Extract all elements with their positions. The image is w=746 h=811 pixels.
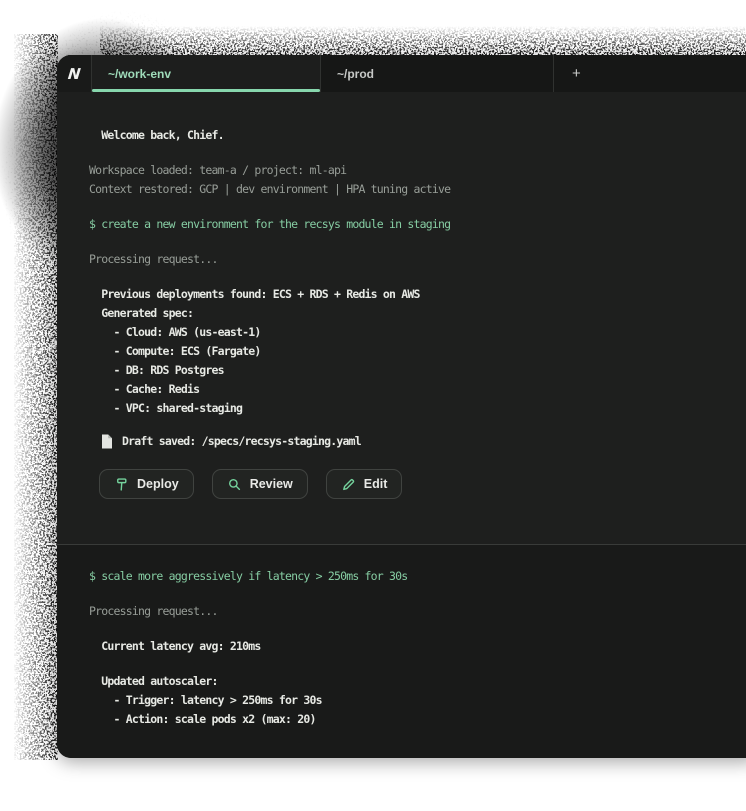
terminal-command-line: $ create a new environment for the recsy… (89, 215, 728, 234)
terminal-command-line: $ scale more aggressively if latency > 2… (89, 567, 728, 586)
tab-bar: N ~/work-env ~/prod + (57, 55, 746, 92)
terminal-line: Current latency avg: 210ms (89, 637, 728, 656)
terminal-line: Previous deployments found: ECS + RDS + … (89, 285, 728, 304)
hammer-icon (114, 477, 129, 492)
terminal-line: Updated autoscaler: (89, 672, 728, 691)
magnifier-icon (227, 477, 242, 492)
terminal-line: - Compute: ECS (Fargate) (89, 342, 728, 361)
review-button-label: Review (250, 477, 293, 491)
action-buttons-row: Deploy Review Edit (99, 469, 728, 499)
app-logo-icon: N (57, 55, 92, 92)
tab-prod-label: ~/prod (337, 67, 374, 81)
terminal-window: N ~/work-env ~/prod + Welcome back, Chie… (57, 55, 746, 758)
terminal-line: Processing request... (89, 602, 728, 621)
tab-work-env-label: ~/work-env (108, 67, 171, 81)
terminal-line: Generated spec: (89, 304, 728, 323)
edit-button-label: Edit (364, 477, 388, 491)
terminal-line: - Cloud: AWS (us-east-1) (89, 323, 728, 342)
terminal-line: - VPC: shared-staging (89, 399, 728, 418)
session-block-1: Welcome back, Chief. Workspace loaded: t… (57, 92, 746, 545)
deploy-button-label: Deploy (137, 477, 179, 491)
draft-saved-label: Draft saved: /specs/recsys-staging.yaml (122, 432, 361, 451)
session-block-2: $ scale more aggressively if latency > 2… (57, 545, 746, 758)
draft-saved-row: Draft saved: /specs/recsys-staging.yaml (101, 432, 728, 451)
terminal-line: Context restored: GCP | dev environment … (89, 180, 728, 199)
plus-icon: + (572, 65, 581, 82)
terminal-line: Workspace loaded: team-a / project: ml-a… (89, 161, 728, 180)
app-logo-glyph: N (67, 65, 81, 83)
pencil-icon (341, 477, 356, 492)
terminal-line: - Trigger: latency > 250ms for 30s (89, 691, 728, 710)
review-button[interactable]: Review (212, 469, 308, 499)
tab-prod[interactable]: ~/prod (321, 55, 554, 92)
terminal-line: - DB: RDS Postgres (89, 361, 728, 380)
terminal-line: Welcome back, Chief. (89, 126, 728, 145)
file-document-icon (101, 434, 113, 449)
edit-button[interactable]: Edit (326, 469, 403, 499)
terminal-line: - Cache: Redis (89, 380, 728, 399)
terminal-line: - Action: scale pods x2 (max: 20) (89, 710, 728, 729)
terminal-line: Processing request... (89, 250, 728, 269)
new-tab-button[interactable]: + (554, 55, 746, 92)
deploy-button[interactable]: Deploy (99, 469, 194, 499)
tab-work-env[interactable]: ~/work-env (92, 55, 321, 92)
